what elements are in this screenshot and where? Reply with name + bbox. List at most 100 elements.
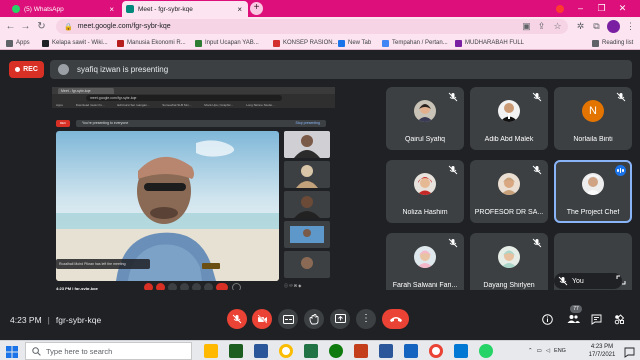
whatsapp-taskbar-icon[interactable] xyxy=(479,344,493,358)
back-icon[interactable]: ← xyxy=(4,20,17,33)
avatar-photo xyxy=(498,173,520,195)
maximize-icon[interactable]: ❐ xyxy=(591,0,612,17)
reload-icon[interactable]: ↻ xyxy=(35,20,48,33)
shared-screen[interactable]: Meet - fgr-sybr-kqe meet.google.com/fgr-… xyxy=(52,87,335,297)
participant-name: PROFESOR DR SA... xyxy=(474,209,544,216)
mic-off-icon xyxy=(532,238,542,248)
self-tile[interactable]: You xyxy=(554,233,632,296)
reading-list-label: Reading list xyxy=(602,40,634,46)
search-placeholder: Type here to search xyxy=(46,346,113,356)
bookmark-star-icon[interactable]: ☆ xyxy=(551,20,564,33)
camera-permission-icon[interactable]: ▣ xyxy=(520,20,533,33)
chrome-profile-icon[interactable] xyxy=(429,344,443,358)
chevron-up-icon[interactable]: ⌃ xyxy=(528,348,533,354)
new-tab-button[interactable]: + xyxy=(250,2,263,15)
captions-button[interactable] xyxy=(278,309,298,329)
bookmark-item[interactable]: Manusia Ekonomi R... xyxy=(117,38,186,48)
profile-avatar[interactable] xyxy=(607,20,620,33)
chat-icon xyxy=(591,314,601,325)
powerpoint-icon[interactable] xyxy=(354,344,368,358)
participant-name: Dayang Shirlyen xyxy=(483,282,535,289)
bookmark-item[interactable]: New Tab xyxy=(338,38,371,48)
file-explorer-icon[interactable] xyxy=(204,344,218,358)
bookmark-apps[interactable]: Apps xyxy=(6,38,30,48)
mic-off-icon xyxy=(532,165,542,175)
record-dot-icon xyxy=(15,67,21,72)
leave-call-button[interactable] xyxy=(382,309,409,329)
expand-icon[interactable] xyxy=(616,275,626,285)
app-icon[interactable] xyxy=(329,344,343,358)
bookmark-item[interactable]: Tempahan / Pertan... xyxy=(382,38,448,48)
minimize-icon[interactable]: – xyxy=(570,0,591,17)
edge-icon[interactable] xyxy=(454,344,468,358)
reading-list[interactable]: Reading list xyxy=(592,38,633,48)
participant-tile-speaking[interactable]: The Project Chef xyxy=(554,160,632,223)
tab-whatsapp[interactable]: (5) WhatsApp × xyxy=(8,1,120,17)
puzzle-icon[interactable]: ⧉ xyxy=(590,20,603,33)
participant-tile[interactable]: Adib Abd Malek xyxy=(470,87,548,150)
shared-address-bar: meet.google.com/fgr-sybr-kqe xyxy=(52,94,335,102)
excel-icon[interactable] xyxy=(229,344,243,358)
present-now-button[interactable] xyxy=(330,309,350,329)
taskbar-search[interactable]: Type here to search xyxy=(25,342,192,360)
tab-meet[interactable]: Meet - fgr-sybr-kqe × xyxy=(122,1,248,17)
bookmark-item[interactable]: Kelapa sawit - Wiki... xyxy=(42,38,108,48)
close-window-icon[interactable]: ✕ xyxy=(612,0,633,17)
chrome-icon[interactable] xyxy=(279,344,293,358)
reading-list-icon xyxy=(592,39,599,47)
extensions-icon[interactable]: ✲ xyxy=(574,20,587,33)
participant-avatar xyxy=(414,246,436,268)
chat-button[interactable] xyxy=(589,312,603,326)
mic-off-icon xyxy=(616,92,626,102)
taskbar-clock[interactable]: 4:23 PM 17/7/2021 xyxy=(585,343,619,359)
more-options-button[interactable]: ⋮ xyxy=(356,309,376,329)
activities-button[interactable] xyxy=(612,312,626,326)
app-icon[interactable] xyxy=(404,344,418,358)
recording-badge[interactable]: REC xyxy=(9,61,44,78)
bookmark-item[interactable]: MUDHARABAH FULL xyxy=(455,38,524,48)
bookmark-item[interactable]: KONSEP RASION... xyxy=(273,38,338,48)
participant-tile[interactable]: Dayang Shirlyen xyxy=(470,233,548,296)
notification-center-icon xyxy=(624,347,635,358)
share-icon[interactable]: ⇪ xyxy=(535,20,548,33)
meeting-details-button[interactable] xyxy=(540,312,554,326)
shared-bookmark: Somewhat SLB Sim... xyxy=(162,103,192,107)
bookmark-label: Input Ucapan YAB... xyxy=(205,40,259,46)
self-tile-pill[interactable]: You xyxy=(554,273,622,289)
more-vert-icon: ⋮ xyxy=(361,313,371,324)
participant-tile[interactable]: Qairul Syafiq xyxy=(386,87,464,150)
participant-tile[interactable]: PROFESOR DR SA... xyxy=(470,160,548,223)
forward-icon[interactable]: → xyxy=(19,20,32,33)
participant-tile[interactable]: Farah Salwani Fari... xyxy=(386,233,464,296)
shared-caption-toast: Rozalhail Mohd Pikran has left the meeti… xyxy=(56,259,150,269)
camera-toggle-button[interactable] xyxy=(252,309,272,329)
presenter-video: Rozalhail Mohd Pikran has left the meeti… xyxy=(56,131,279,281)
excel-file-icon[interactable] xyxy=(304,344,318,358)
site-icon xyxy=(117,39,124,47)
people-button[interactable] xyxy=(566,312,580,326)
volume-icon[interactable]: ◁ xyxy=(546,348,550,354)
bookmark-label: Tempahan / Pertan... xyxy=(392,40,448,46)
presenter-avatar xyxy=(58,64,69,75)
mic-toggle-button[interactable] xyxy=(227,309,247,329)
close-tab-icon[interactable]: × xyxy=(237,5,242,14)
participant-tile[interactable]: N Norlaila Binti xyxy=(554,87,632,150)
avatar-photo xyxy=(582,173,604,195)
notifications-icon[interactable] xyxy=(624,345,635,358)
start-button[interactable] xyxy=(6,345,18,358)
network-icon[interactable]: ▭ xyxy=(537,348,542,354)
shared-meet-view: REC You're presenting to everyone Stop p… xyxy=(52,108,335,297)
participant-tile[interactable]: Noliza Hashim xyxy=(386,160,464,223)
raise-hand-button[interactable] xyxy=(304,309,324,329)
address-bar[interactable]: 🔒 meet.google.com/fgr-sybr-kqe xyxy=(56,19,568,34)
more-menu-icon[interactable]: ⋮ xyxy=(624,20,637,33)
bookmark-label: Apps xyxy=(16,40,30,46)
word-icon[interactable] xyxy=(254,344,268,358)
language-indicator[interactable]: ENG xyxy=(554,348,566,354)
close-tab-icon[interactable]: × xyxy=(109,5,114,14)
word-file-icon[interactable] xyxy=(379,344,393,358)
participant-avatar xyxy=(498,246,520,268)
bookmark-item[interactable]: Input Ucapan YAB... xyxy=(195,38,259,48)
tab-title: Meet - fgr-sybr-kqe xyxy=(138,5,193,13)
site-icon xyxy=(273,39,280,47)
